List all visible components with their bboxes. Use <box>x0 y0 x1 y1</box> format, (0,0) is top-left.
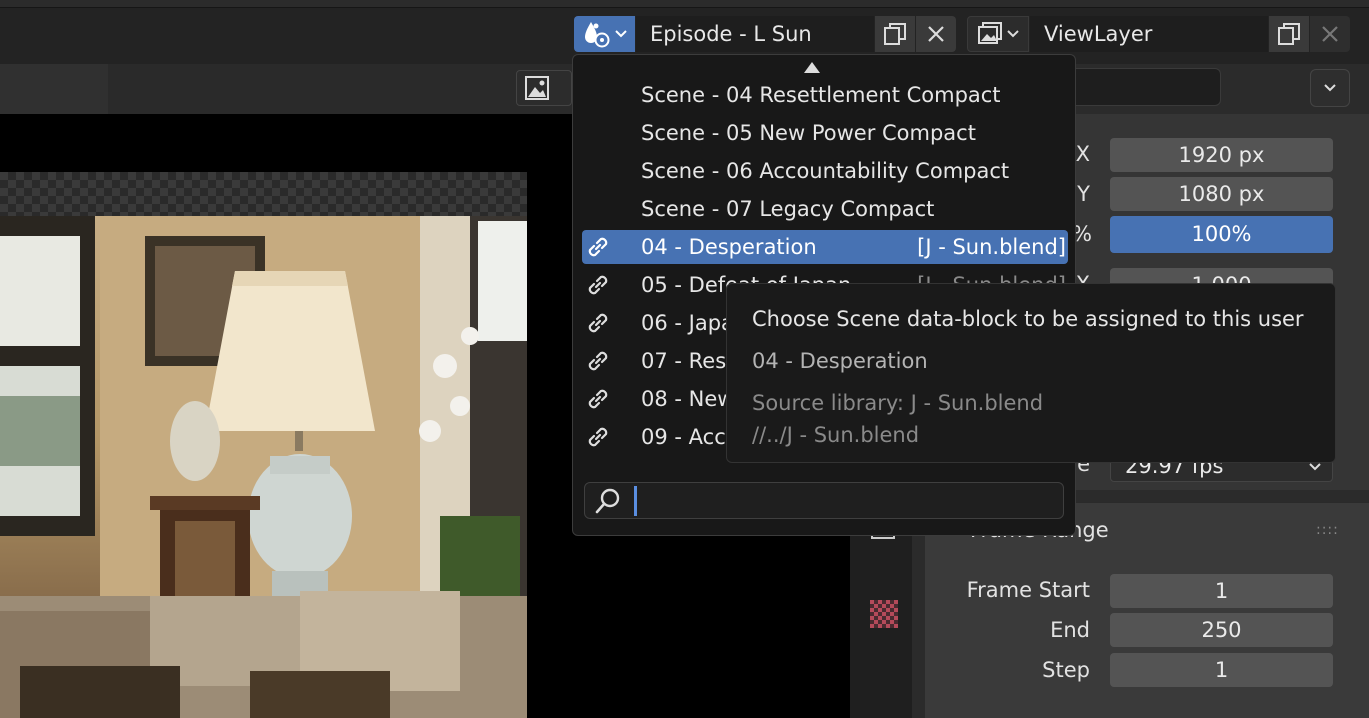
list-item[interactable]: Scene - 07 Legacy Compact <box>582 192 1068 226</box>
duplicate-icon <box>884 23 906 45</box>
menu-strip <box>0 0 1369 8</box>
close-icon <box>928 26 944 42</box>
chevron-down-icon <box>1324 84 1336 92</box>
link-icon <box>588 427 608 447</box>
list-item-label: Scene - 06 Accountability Compact <box>641 159 1010 183</box>
frame-step-field[interactable]: 1 <box>1110 653 1333 687</box>
chevron-down-icon <box>614 30 627 38</box>
image-icon <box>525 76 549 100</box>
viewlayer-name-field[interactable]: ViewLayer <box>1030 16 1268 52</box>
editor-header-left <box>0 64 108 114</box>
list-item-label: 09 - Acc <box>641 425 726 449</box>
frame-start-field[interactable]: 1 <box>1110 574 1333 608</box>
list-item-library: [J - Sun.blend] <box>917 235 1066 259</box>
link-icon <box>588 237 608 257</box>
new-scene-button[interactable] <box>875 16 915 52</box>
scene-icon <box>584 22 609 48</box>
list-item[interactable]: Scene - 05 New Power Compact <box>582 116 1068 150</box>
list-item-selected[interactable]: 04 - Desperation [J - Sun.blend] <box>582 230 1068 264</box>
link-icon <box>588 313 608 333</box>
tooltip-title: Choose Scene data-block to be assigned t… <box>752 307 1304 331</box>
viewlayer-browse-button[interactable] <box>967 16 1029 52</box>
duplicate-icon <box>1278 23 1300 45</box>
frame-end-field[interactable]: 250 <box>1110 613 1333 647</box>
scroll-up-arrow-icon[interactable] <box>804 62 820 73</box>
link-icon <box>588 275 608 295</box>
properties-options-button[interactable] <box>1310 69 1350 107</box>
render-layers-icon <box>978 22 1002 44</box>
close-icon <box>1322 26 1338 42</box>
properties-search-field[interactable] <box>1070 68 1221 106</box>
drag-handle-icon[interactable]: :::: <box>1316 522 1339 538</box>
resolution-y-field[interactable]: 1080 px <box>1110 177 1333 211</box>
list-item-label: Scene - 07 Legacy Compact <box>641 197 935 221</box>
tooltip-source-library: Source library: J - Sun.blend <box>752 391 1044 415</box>
list-item[interactable]: Scene - 06 Accountability Compact <box>582 154 1068 188</box>
list-item-label: 07 - Res <box>641 349 727 373</box>
list-item-label: 04 - Desperation <box>641 235 817 259</box>
list-item[interactable]: Scene - 04 Resettlement Compact <box>582 78 1068 112</box>
resolution-percent-field[interactable]: 100% <box>1110 216 1333 253</box>
unlink-scene-button[interactable] <box>916 16 956 52</box>
text-cursor <box>634 486 637 516</box>
frame-start-label: Frame Start <box>966 578 1090 602</box>
tab-texture-icon[interactable] <box>870 600 898 628</box>
scene-browse-button[interactable] <box>574 16 635 52</box>
list-item-label: 08 - New <box>641 387 735 411</box>
list-item-label: Scene - 04 Resettlement Compact <box>641 83 1001 107</box>
resolution-x-field[interactable]: 1920 px <box>1110 138 1333 172</box>
remove-viewlayer-button[interactable] <box>1310 16 1350 52</box>
frame-step-label: Step <box>1042 658 1090 682</box>
list-item-label: 06 - Japa <box>641 311 734 335</box>
search-input[interactable] <box>584 482 1064 519</box>
link-icon <box>588 389 608 409</box>
tooltip-value: 04 - Desperation <box>752 349 928 373</box>
frame-end-label: End <box>1050 618 1090 642</box>
scene-name-field[interactable]: Episode - L Sun <box>636 16 874 52</box>
chevron-down-icon <box>1007 30 1019 38</box>
transparency-checker <box>0 172 527 216</box>
link-icon <box>588 351 608 371</box>
image-browse-button[interactable] <box>516 70 572 106</box>
rendered-image <box>0 216 527 718</box>
tooltip-library-path: //../J - Sun.blend <box>752 423 920 447</box>
list-item-label: Scene - 05 New Power Compact <box>641 121 976 145</box>
search-icon <box>595 488 620 514</box>
new-viewlayer-button[interactable] <box>1269 16 1309 52</box>
